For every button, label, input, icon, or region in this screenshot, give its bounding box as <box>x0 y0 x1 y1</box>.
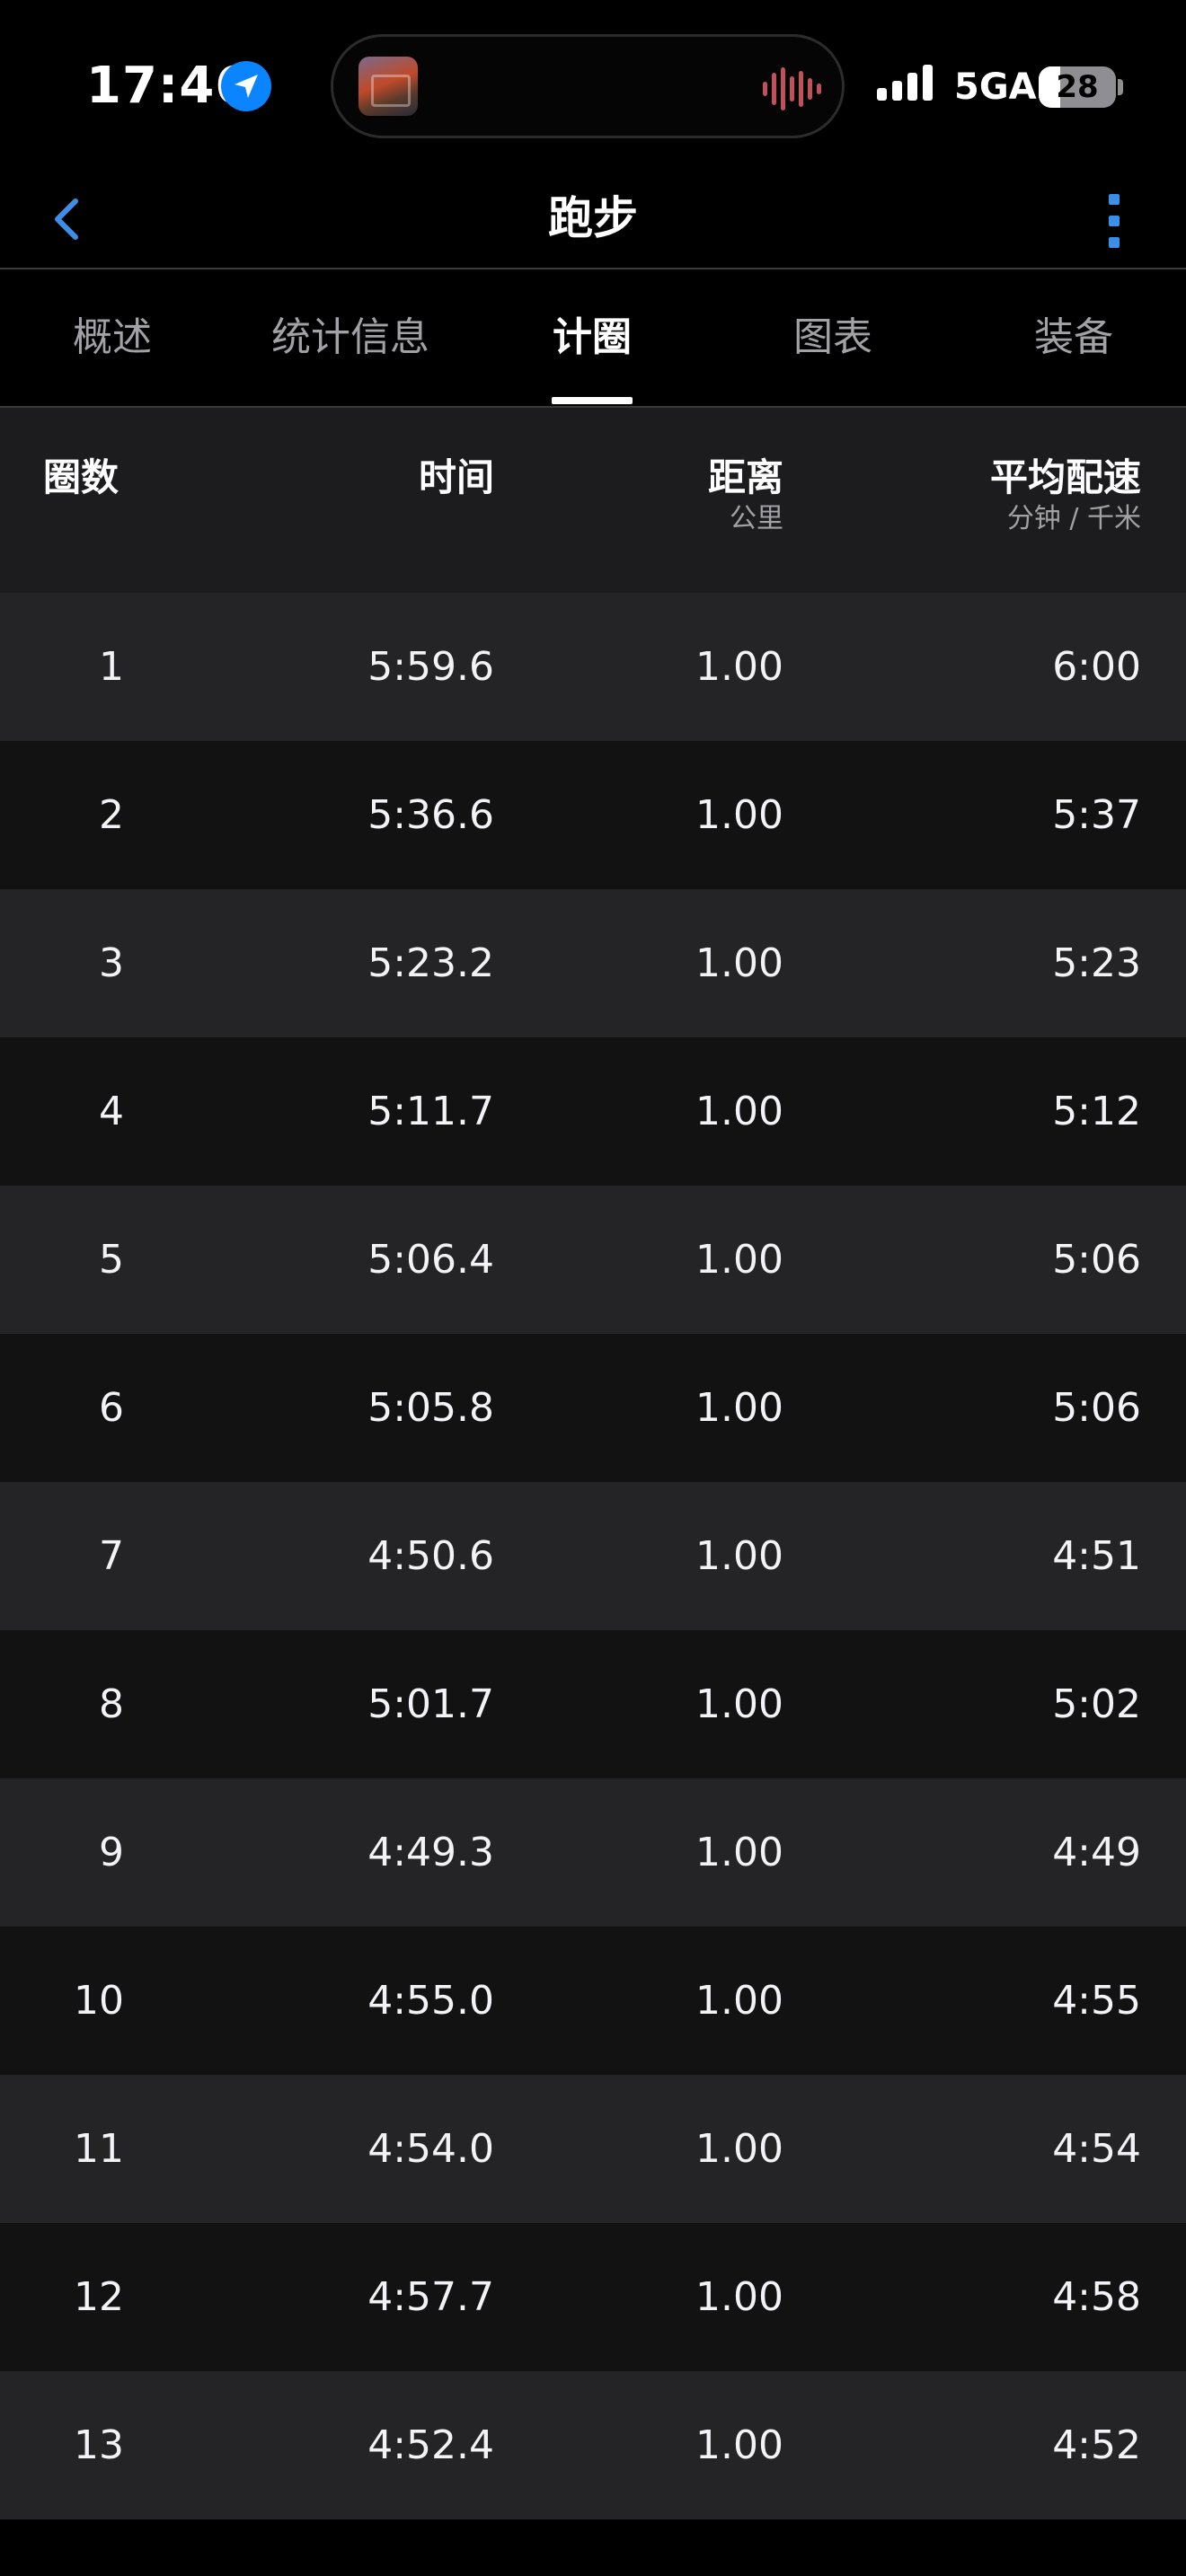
table-body: 1 5:59.6 1.00 6:00 2 5:36.6 1.00 5:37 3 5:23.2 1.0… <box>0 593 1186 2519</box>
lap-number: 1 <box>99 644 124 690</box>
more-vertical-icon-dot <box>1109 216 1120 226</box>
header-lap: 圈数 <box>43 455 119 499</box>
laps-table: 圈数 时间 距离 公里 平均配速 分钟 / 千米 1 5:59.6 1.00 6:00… <box>0 408 1186 2519</box>
lap-number: 7 <box>99 1533 124 1579</box>
lap-time: 4:50.6 <box>367 1533 494 1579</box>
header-distance-unit: 公里 <box>730 503 783 534</box>
more-vertical-icon <box>1109 194 1120 205</box>
battery-icon: 28 <box>1039 66 1116 108</box>
lap-time: 5:11.7 <box>367 1089 494 1134</box>
header-avg-pace: 平均配速 <box>989 455 1141 499</box>
table-row[interactable]: 3 5:23.2 1.00 5:23 <box>0 889 1186 1037</box>
table-row[interactable]: 1 5:59.6 1.00 6:00 <box>0 593 1186 741</box>
lap-number: 3 <box>99 940 124 986</box>
lap-distance: 1.00 <box>695 2274 783 2320</box>
tab-laps[interactable]: 计圈 <box>516 269 668 406</box>
lap-distance: 1.00 <box>695 1978 783 2024</box>
lap-time: 4:49.3 <box>367 1830 494 1875</box>
lap-number: 13 <box>74 2422 124 2468</box>
lap-number: 10 <box>74 1978 124 2024</box>
lap-number: 8 <box>99 1681 124 1727</box>
lap-time: 5:36.6 <box>367 792 494 838</box>
lap-avg-pace: 5:06 <box>1052 1385 1141 1431</box>
lap-time: 4:55.0 <box>367 1978 494 2024</box>
header-pace-unit: 分钟 / 千米 <box>1006 503 1141 534</box>
location-arrow-icon <box>221 61 271 111</box>
lap-number: 9 <box>99 1830 124 1875</box>
lap-number: 4 <box>99 1089 124 1134</box>
battery-cap <box>1118 79 1123 95</box>
lap-distance: 1.00 <box>695 1830 783 1875</box>
lap-avg-pace: 4:54 <box>1052 2126 1141 2172</box>
table-row[interactable]: 2 5:36.6 1.00 5:37 <box>0 741 1186 889</box>
table-row[interactable]: 4 5:11.7 1.00 5:12 <box>0 1037 1186 1186</box>
lap-time: 5:06.4 <box>367 1237 494 1283</box>
page-title: 跑步 <box>548 192 638 244</box>
lap-avg-pace: 6:00 <box>1052 644 1141 690</box>
tab-bar: 概述 统计信息 计圈 图表 装备 <box>0 269 1186 408</box>
signal-bars-icon <box>877 65 933 101</box>
lap-distance: 1.00 <box>695 940 783 986</box>
lap-distance: 1.00 <box>695 792 783 838</box>
chevron-left-icon <box>55 198 78 240</box>
lap-avg-pace: 4:51 <box>1052 1533 1141 1579</box>
table-row[interactable]: 10 4:55.0 1.00 4:55 <box>0 1927 1186 2075</box>
lap-time: 4:54.0 <box>367 2126 494 2172</box>
lap-avg-pace: 5:23 <box>1052 940 1141 986</box>
back-button[interactable] <box>32 183 104 255</box>
lap-avg-pace: 4:52 <box>1052 2422 1141 2468</box>
table-row[interactable]: 7 4:50.6 1.00 4:51 <box>0 1482 1186 1630</box>
lap-distance: 1.00 <box>695 1385 783 1431</box>
waveform-icon <box>763 67 821 110</box>
tab-gear[interactable]: 装备 <box>997 269 1150 406</box>
lap-time: 5:23.2 <box>367 940 494 986</box>
lap-time: 5:59.6 <box>367 644 494 690</box>
lap-time: 5:01.7 <box>367 1681 494 1727</box>
lap-time: 4:57.7 <box>367 2274 494 2320</box>
table-header: 圈数 时间 距离 公里 平均配速 分钟 / 千米 <box>0 408 1186 593</box>
now-playing-artwork <box>358 57 418 116</box>
lap-number: 2 <box>99 792 124 838</box>
tab-overview[interactable]: 概述 <box>36 269 189 406</box>
header-time: 时间 <box>418 455 494 499</box>
table-row[interactable]: 6 5:05.8 1.00 5:06 <box>0 1334 1186 1482</box>
lap-number: 12 <box>74 2274 124 2320</box>
lap-avg-pace: 5:06 <box>1052 1237 1141 1283</box>
lap-time: 5:05.8 <box>367 1385 494 1431</box>
lap-number: 5 <box>99 1237 124 1283</box>
tab-charts[interactable]: 图表 <box>757 269 909 406</box>
lap-number: 11 <box>74 2126 124 2172</box>
table-row[interactable]: 5 5:06.4 1.00 5:06 <box>0 1186 1186 1334</box>
lap-distance: 1.00 <box>695 1237 783 1283</box>
status-bar: 17:46 5GA 28 <box>0 0 1186 171</box>
table-row[interactable]: 9 4:49.3 1.00 4:49 <box>0 1778 1186 1927</box>
table-row[interactable]: 12 4:57.7 1.00 4:58 <box>0 2223 1186 2371</box>
lap-distance: 1.00 <box>695 2126 783 2172</box>
more-vertical-icon-dot <box>1109 237 1120 248</box>
lap-avg-pace: 5:02 <box>1052 1681 1141 1727</box>
lap-avg-pace: 5:37 <box>1052 792 1141 838</box>
nav-bar: 跑步 <box>0 171 1186 269</box>
header-distance: 距离 <box>707 455 783 499</box>
network-type: 5GA <box>954 66 1037 108</box>
lap-time: 4:52.4 <box>367 2422 494 2468</box>
lap-distance: 1.00 <box>695 1089 783 1134</box>
more-options-button[interactable] <box>1078 180 1150 260</box>
lap-distance: 1.00 <box>695 1681 783 1727</box>
active-tab-indicator <box>552 397 633 404</box>
lap-number: 6 <box>99 1385 124 1431</box>
table-row[interactable]: 13 4:52.4 1.00 4:52 <box>0 2371 1186 2519</box>
lap-avg-pace: 4:49 <box>1052 1830 1141 1875</box>
lap-distance: 1.00 <box>695 644 783 690</box>
battery-level: 28 <box>1056 69 1099 105</box>
lap-avg-pace: 5:12 <box>1052 1089 1141 1134</box>
lap-avg-pace: 4:58 <box>1052 2274 1141 2320</box>
lap-distance: 1.00 <box>695 1533 783 1579</box>
table-row[interactable]: 8 5:01.7 1.00 5:02 <box>0 1630 1186 1778</box>
tab-statistics[interactable]: 统计信息 <box>252 269 449 406</box>
dynamic-island[interactable] <box>331 34 845 138</box>
lap-distance: 1.00 <box>695 2422 783 2468</box>
lap-avg-pace: 4:55 <box>1052 1978 1141 2024</box>
table-row[interactable]: 11 4:54.0 1.00 4:54 <box>0 2075 1186 2223</box>
